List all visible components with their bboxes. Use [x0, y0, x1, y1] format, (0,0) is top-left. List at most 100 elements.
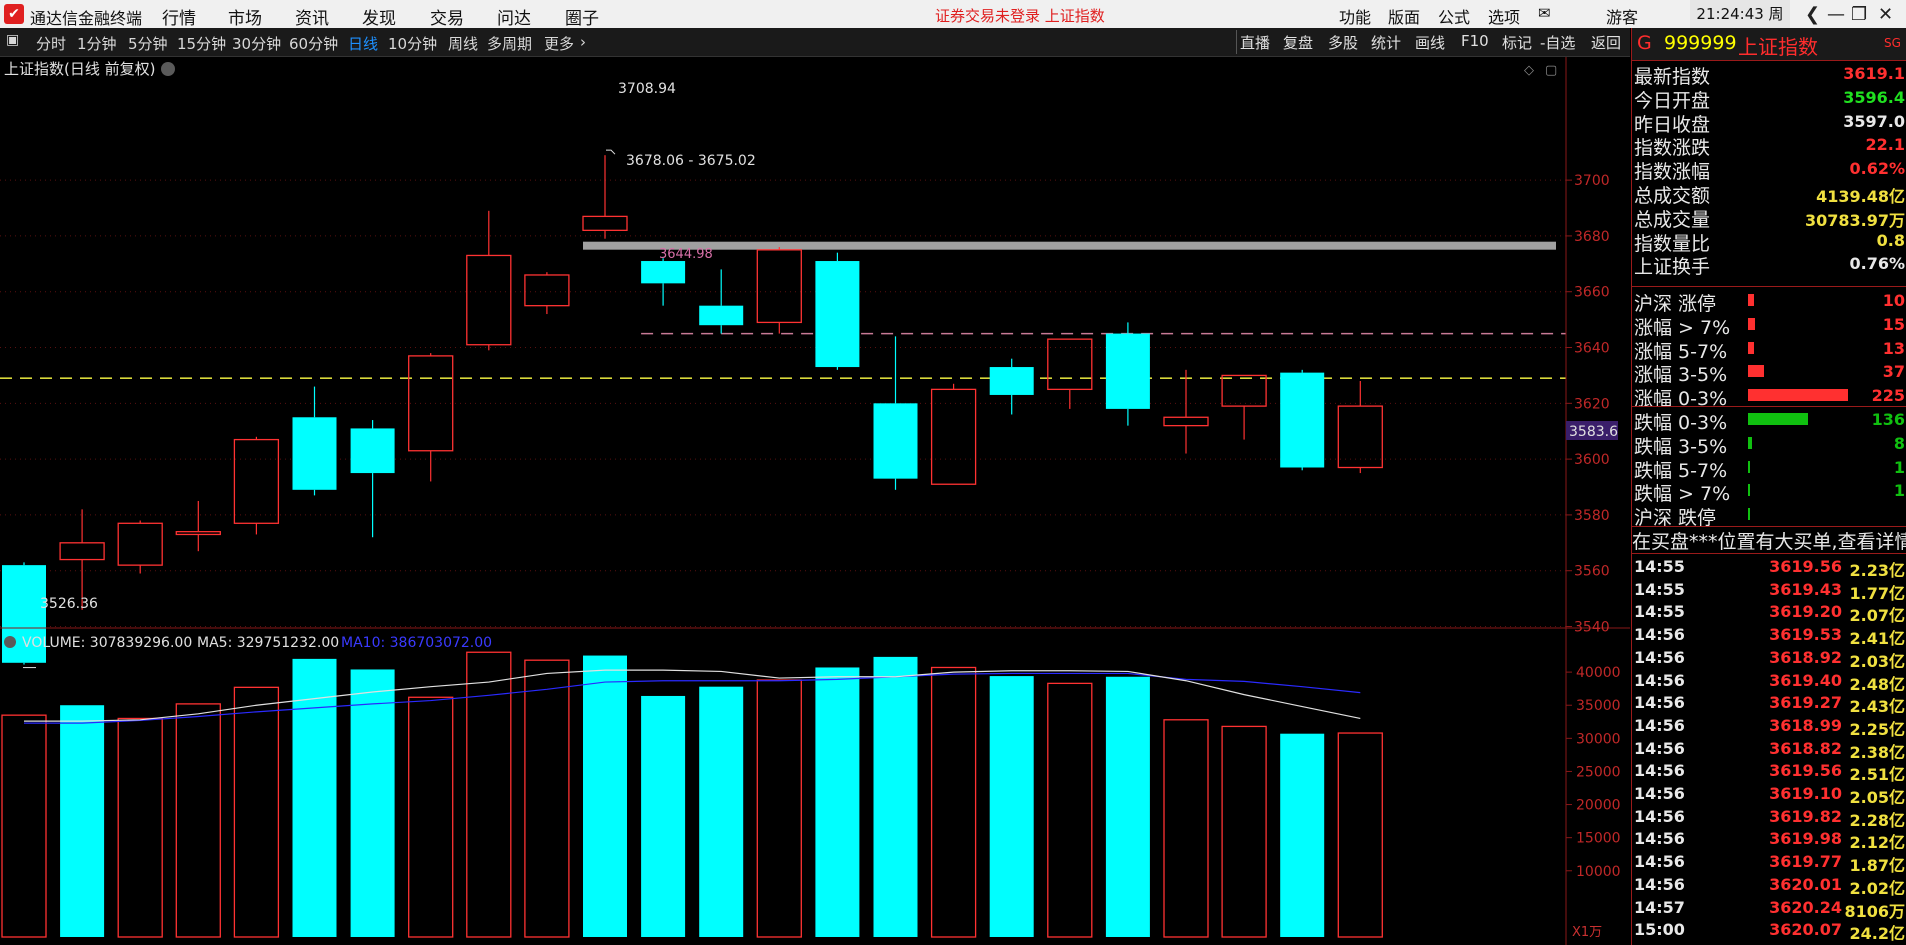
tick-time: 14:56: [1634, 625, 1685, 645]
tool-watchlist[interactable]: -自选: [1540, 32, 1575, 53]
tick-row[interactable]: 14:56 3619.82 2.28亿: [1632, 805, 1906, 830]
breadth-row[interactable]: 涨幅 3-5% 37: [1632, 359, 1906, 386]
diamond-icon[interactable]: ◇: [1524, 63, 1534, 78]
chevron-right-icon[interactable]: ›: [580, 33, 586, 51]
tick-row[interactable]: 14:56 3619.40 2.48亿: [1632, 669, 1906, 694]
panel-toggle-icon[interactable]: ▣: [6, 32, 19, 48]
tick-row[interactable]: 14:56 3619.98 2.12亿: [1632, 827, 1906, 852]
quote-stat-value: 3619.1: [1843, 64, 1905, 83]
tool-f10[interactable]: F10: [1461, 32, 1489, 50]
maximize-icon[interactable]: ❐: [1851, 4, 1867, 25]
period-1min[interactable]: 1分钟: [77, 33, 117, 54]
guest-user[interactable]: 游客: [1606, 4, 1638, 28]
breadth-row[interactable]: 沪深 跌停: [1632, 502, 1906, 529]
menu-trade[interactable]: 交易: [430, 4, 464, 29]
volume-bar[interactable]: [350, 669, 395, 937]
volume-bar[interactable]: [1105, 676, 1150, 937]
quote-stat-row: 最新指数 3619.1: [1632, 61, 1906, 88]
tick-time: 14:56: [1634, 670, 1685, 690]
volume-bar[interactable]: [989, 676, 1034, 937]
period-10min[interactable]: 10分钟: [388, 33, 437, 54]
tick-row[interactable]: 14:56 3619.56 2.51亿: [1632, 759, 1906, 784]
tick-row[interactable]: 14:56 3619.53 2.41亿: [1632, 623, 1906, 648]
tick-row[interactable]: 15:00 3620.07 24.2亿: [1632, 918, 1906, 943]
menu-discover[interactable]: 发现: [362, 4, 396, 29]
tick-time: 14:56: [1634, 852, 1685, 872]
tick-row[interactable]: 14:57 3620.24 8106万: [1632, 896, 1906, 921]
breadth-row[interactable]: 跌幅 0-3% 136: [1632, 407, 1906, 434]
menu-news[interactable]: 资讯: [295, 4, 329, 29]
period-60min[interactable]: 60分钟: [289, 33, 338, 54]
breadth-bar: [1748, 341, 1754, 354]
back-icon[interactable]: ❮: [1805, 4, 1820, 25]
period-more[interactable]: 更多: [544, 33, 574, 54]
menu-layout[interactable]: 版面: [1388, 4, 1420, 28]
tick-price: 3619.82: [1769, 806, 1842, 826]
tool-statistics[interactable]: 统计: [1371, 32, 1401, 53]
period-multi[interactable]: 多周期: [487, 33, 532, 54]
menu-formula[interactable]: 公式: [1438, 4, 1470, 28]
close-icon[interactable]: ✕: [1878, 4, 1893, 25]
period-30min[interactable]: 30分钟: [232, 33, 281, 54]
stock-code[interactable]: 999999: [1664, 32, 1737, 54]
menu-options[interactable]: 选项: [1488, 4, 1520, 28]
breadth-row[interactable]: 涨幅 0-3% 225: [1632, 383, 1906, 410]
breadth-row[interactable]: 涨幅 > 7% 15: [1632, 312, 1906, 339]
menu-market-quotes[interactable]: 行情: [162, 4, 196, 29]
breadth-row[interactable]: 涨幅 5-7% 13: [1632, 336, 1906, 363]
tick-row[interactable]: 14:55 3619.20 2.07亿: [1632, 600, 1906, 625]
volume-bar[interactable]: [815, 667, 860, 937]
code-prefix: G: [1637, 32, 1652, 54]
tick-row[interactable]: 14:56 3618.82 2.38亿: [1632, 737, 1906, 762]
tick-row[interactable]: 14:56 3619.27 2.43亿: [1632, 691, 1906, 716]
menu-circle[interactable]: 圈子: [565, 4, 599, 29]
tick-price: 3618.92: [1769, 647, 1842, 667]
volume-bar[interactable]: [699, 686, 744, 937]
window-icon[interactable]: ▢: [1545, 63, 1557, 78]
tick-row[interactable]: 14:56 3618.99 2.25亿: [1632, 714, 1906, 739]
candle-body: [699, 305, 744, 326]
period-5min[interactable]: 5分钟: [128, 33, 168, 54]
tick-price: 3618.82: [1769, 738, 1842, 758]
tool-live[interactable]: 直播: [1240, 32, 1270, 53]
range-line[interactable]: [583, 241, 1556, 250]
period-weekly[interactable]: 周线: [448, 33, 478, 54]
minimize-icon[interactable]: —: [1827, 4, 1845, 25]
volume-bar[interactable]: [641, 695, 686, 937]
big-order-alert[interactable]: 在买盘***位置有大买单,查看详情: [1632, 527, 1906, 553]
volume-bar[interactable]: [1280, 733, 1325, 937]
breadth-row[interactable]: 沪深 涨停 10: [1632, 288, 1906, 315]
candle[interactable]: [1280, 369, 1325, 471]
candle[interactable]: [815, 252, 860, 370]
period-15min[interactable]: 15分钟: [177, 33, 226, 54]
tool-draw[interactable]: 画线: [1415, 32, 1445, 53]
chevron-down-icon[interactable]: [161, 62, 175, 76]
stock-name[interactable]: 上证指数: [1738, 31, 1818, 60]
breadth-row[interactable]: 跌幅 > 7% 1: [1632, 478, 1906, 505]
kline-chart[interactable]: 10000 15000 20000 25000 30000 35000 40000 3540…: [0, 57, 1630, 945]
breadth-row[interactable]: 跌幅 3-5% 8: [1632, 431, 1906, 458]
tool-mark[interactable]: 标记: [1502, 32, 1532, 53]
period-intraday[interactable]: 分时: [36, 33, 66, 54]
tool-multi-stock[interactable]: 多股: [1328, 32, 1358, 53]
volume-bar[interactable]: [583, 655, 627, 937]
title-bar: ✔ 通达信金融终端 行情 市场 资讯 发现 交易 问达 圈子 证券交易未登录 上…: [0, 0, 1906, 51]
breadth-row[interactable]: 跌幅 5-7% 1: [1632, 455, 1906, 482]
menu-functions[interactable]: 功能: [1339, 4, 1371, 28]
volume-bar[interactable]: [873, 656, 918, 937]
volume-bar[interactable]: [60, 705, 105, 937]
tick-row[interactable]: 14:56 3619.10 2.05亿: [1632, 782, 1906, 807]
period-daily[interactable]: 日线: [348, 33, 378, 54]
tick-row[interactable]: 14:55 3619.43 1.77亿: [1632, 578, 1906, 603]
menu-ask[interactable]: 问达: [497, 4, 531, 29]
tool-replay[interactable]: 复盘: [1283, 32, 1313, 53]
volume-settings-icon[interactable]: [4, 636, 16, 648]
tick-row[interactable]: 14:55 3619.56 2.23亿: [1632, 555, 1906, 580]
menu-market[interactable]: 市场: [228, 4, 262, 29]
clock: 21:24:43 周四: [1690, 0, 1790, 51]
tick-row[interactable]: 14:56 3619.77 1.87亿: [1632, 850, 1906, 875]
tool-back[interactable]: 返回: [1591, 32, 1621, 53]
mail-icon[interactable]: ✉: [1538, 4, 1551, 22]
tick-row[interactable]: 14:56 3618.92 2.03亿: [1632, 646, 1906, 671]
tick-row[interactable]: 14:56 3620.01 2.02亿: [1632, 873, 1906, 898]
